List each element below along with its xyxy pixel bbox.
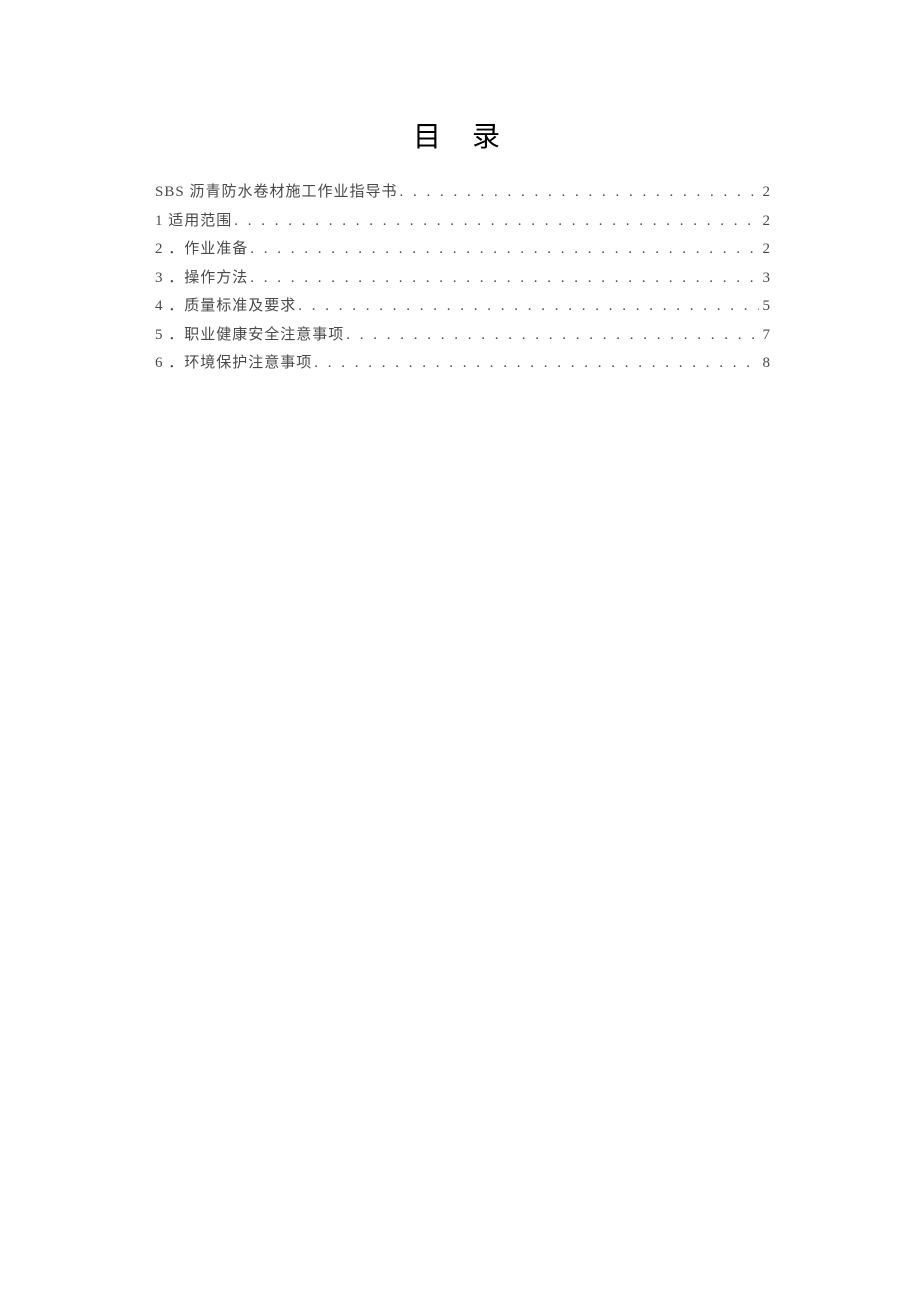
toc-entry[interactable]: SBS 沥青防水卷材施工作业指导书 2 <box>155 181 770 204</box>
toc-entry-label: 2 ．作业准备 <box>155 238 248 261</box>
toc-entry[interactable]: 6 ．环境保护注意事项 8 <box>155 352 770 375</box>
toc-entry-page: 2 <box>761 181 771 204</box>
toc-entry[interactable]: 2 ．作业准备 2 <box>155 238 770 261</box>
toc-entry-label: 5 ．职业健康安全注意事项 <box>155 324 344 347</box>
toc-entry[interactable]: 1 适用范围 2 <box>155 210 770 233</box>
toc-entry-label: 1 适用范围 <box>155 210 232 233</box>
toc-entry-label: 4 ．质量标准及要求 <box>155 295 296 318</box>
toc-entry[interactable]: 4 ．质量标准及要求 5 <box>155 295 770 318</box>
toc-entry-page: 2 <box>761 210 771 233</box>
toc-dots <box>250 238 758 261</box>
toc-title: 目 录 <box>155 115 770 155</box>
toc-entry-page: 5 <box>761 295 771 318</box>
toc-dots <box>250 267 758 290</box>
toc-dots <box>399 181 758 204</box>
toc-entry-label: 6 ．环境保护注意事项 <box>155 352 312 375</box>
toc-entry-page: 7 <box>761 324 771 347</box>
toc-entry-label: 3 ．操作方法 <box>155 267 248 290</box>
toc-entry-page: 8 <box>761 352 771 375</box>
toc-entry[interactable]: 3 ．操作方法 3 <box>155 267 770 290</box>
toc-entry-page: 3 <box>761 267 771 290</box>
toc-dots <box>298 295 758 318</box>
toc-entry-label: SBS 沥青防水卷材施工作业指导书 <box>155 181 397 204</box>
toc-dots <box>234 210 758 233</box>
toc-entry-page: 2 <box>761 238 771 261</box>
toc-dots <box>346 324 758 347</box>
toc-list: SBS 沥青防水卷材施工作业指导书 2 1 适用范围 2 2 ．作业准备 2 3… <box>155 181 770 375</box>
toc-entry[interactable]: 5 ．职业健康安全注意事项 7 <box>155 324 770 347</box>
toc-dots <box>314 352 758 375</box>
